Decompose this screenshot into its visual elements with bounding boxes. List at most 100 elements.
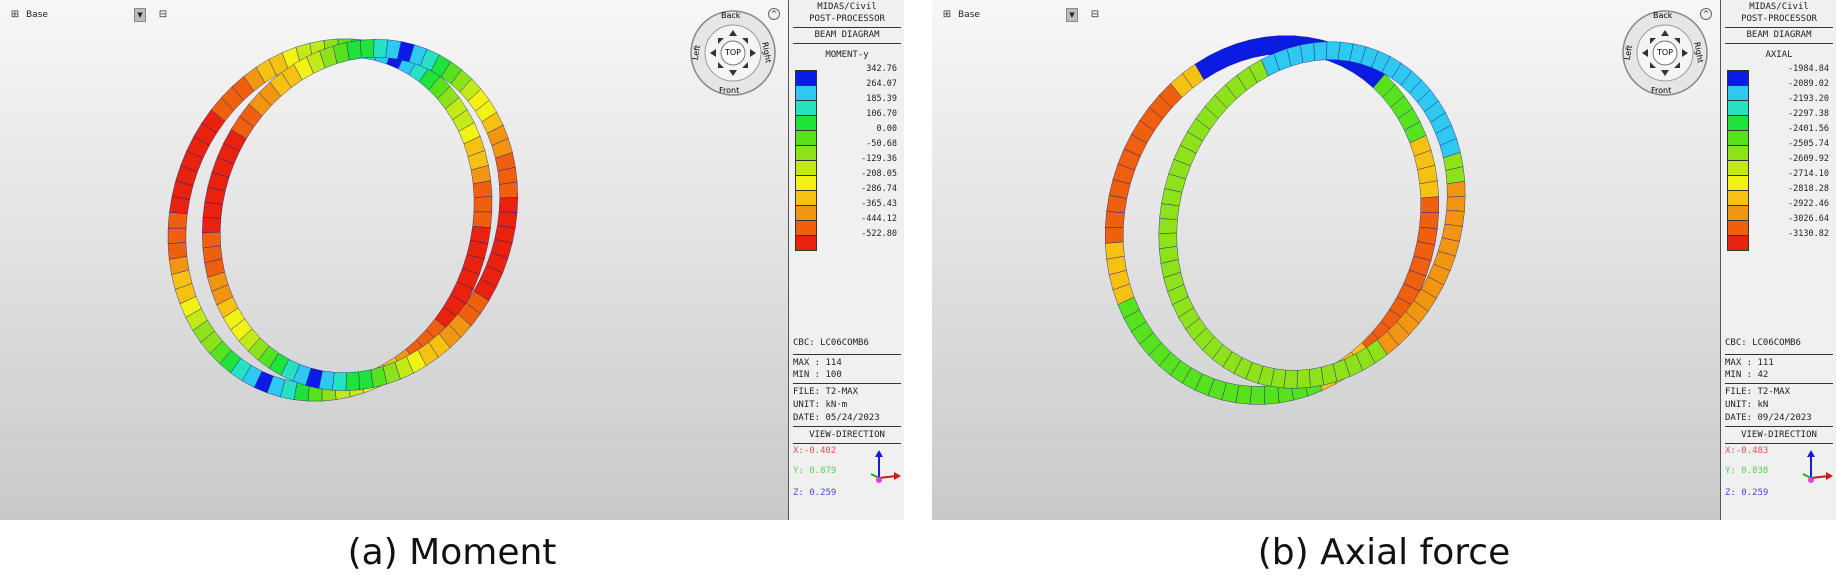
date-label: DATE: 09/24/2023: [1725, 413, 1812, 423]
combination-label: CBC: LC06COMB6: [1725, 338, 1801, 348]
min-label: MIN : 100: [793, 370, 842, 380]
navcube-back-label[interactable]: Back: [721, 11, 740, 20]
base-label: Base: [958, 10, 980, 20]
legend-swatch: [1727, 85, 1749, 101]
layer-options-icon[interactable]: ⊟: [156, 8, 170, 22]
min-label: MIN : 42: [1725, 370, 1769, 380]
beam-diagram-drawing: [167, 38, 518, 402]
diagram-type-title: BEAM DIAGRAM: [814, 30, 880, 40]
collapse-icon[interactable]: ^: [1700, 8, 1712, 20]
beam-element: [473, 195, 493, 213]
legend-value: -2505.74: [1788, 139, 1829, 149]
legend-swatch: [795, 160, 817, 176]
beam-element: [1446, 196, 1466, 212]
legend-swatch: [1727, 70, 1749, 86]
legend-value: 0.00: [876, 124, 897, 134]
legend-value: -3026.64: [1788, 214, 1829, 224]
legend-swatch: [795, 190, 817, 206]
component-label: MOMENT-y: [825, 50, 869, 60]
base-dropdown-button[interactable]: ▼: [1066, 8, 1078, 22]
beam-element: [497, 211, 518, 228]
base-label: Base: [26, 10, 48, 20]
legend-value: 342.76: [866, 64, 897, 74]
legend-value: -129.36: [861, 154, 897, 164]
beam-element: [1159, 203, 1180, 220]
view-z-value: Z: 0.259: [793, 488, 837, 498]
beam-element: [1283, 369, 1298, 389]
view-x-value: X:-0.402: [793, 446, 837, 456]
legend-swatch: [1727, 130, 1749, 146]
legend-swatch: [795, 205, 817, 221]
diagram-type-title: BEAM DIAGRAM: [1746, 30, 1812, 40]
legend-value: -444.12: [861, 214, 897, 224]
max-label: MAX : 111: [1725, 358, 1774, 368]
model-view[interactable]: ⊞ Base ▼ ⊟ Back Front Left Right TOP ^: [0, 0, 788, 520]
legend-swatch: [1727, 205, 1749, 221]
layer-icon[interactable]: ⊞: [940, 8, 954, 22]
legend-swatch: [795, 130, 817, 146]
legend-value: -2609.92: [1788, 154, 1829, 164]
layer-options-icon[interactable]: ⊟: [1088, 8, 1102, 22]
beam-element: [1444, 210, 1465, 227]
combination-label: CBC: LC06COMB6: [793, 338, 869, 348]
beam-element: [1446, 181, 1466, 198]
beam-element: [202, 217, 222, 234]
post-processor-sidebar: MIDAS/Civil POST-PROCESSOR BEAM DIAGRAM …: [788, 0, 904, 520]
legend-value: 106.70: [866, 109, 897, 119]
view-toolbar: ⊞ Base ▼ ⊟: [940, 6, 1102, 24]
legend-value: -2818.28: [1788, 184, 1829, 194]
view-x-value: X:-0.483: [1725, 446, 1769, 456]
beam-element: [360, 39, 375, 59]
beam-element: [1419, 180, 1439, 199]
beam-element: [1158, 218, 1178, 234]
base-dropdown-button[interactable]: ▼: [134, 8, 146, 22]
beam-element: [331, 372, 347, 391]
beam-element: [472, 180, 493, 198]
legend-swatch: [795, 85, 817, 101]
beam-element: [1313, 41, 1328, 61]
beam-element: [373, 39, 389, 58]
legend-value: 185.39: [866, 94, 897, 104]
navcube-front-label[interactable]: Front: [719, 86, 739, 95]
legend-value: -2089.02: [1788, 79, 1829, 89]
view-y-value: Y: 0.838: [1725, 466, 1769, 476]
beam-element: [1250, 36, 1267, 58]
view-navigation-cube[interactable]: Back Front Left Right TOP ^: [688, 8, 780, 98]
beam-element: [499, 181, 518, 199]
legend-value: -208.05: [861, 169, 897, 179]
beam-element: [472, 211, 493, 228]
legend-value: 264.07: [866, 79, 897, 89]
beam-element: [346, 39, 362, 61]
view-y-value: Y: 0.879: [793, 466, 837, 476]
legend-swatch: [1727, 175, 1749, 191]
view-direction-label: VIEW-DIRECTION: [1741, 430, 1817, 440]
file-label: FILE: T2-MAX: [793, 387, 859, 397]
legend-swatch: [795, 100, 817, 116]
beam-element: [1158, 232, 1178, 249]
beam-element: [1420, 196, 1439, 213]
navcube-front-label[interactable]: Front: [1651, 86, 1671, 95]
module-title: POST-PROCESSOR: [1741, 14, 1817, 24]
beam-element: [1105, 227, 1124, 244]
navcube-back-label[interactable]: Back: [1653, 11, 1672, 20]
navcube-top-label[interactable]: TOP: [1657, 48, 1673, 57]
navcube-top-label[interactable]: TOP: [725, 48, 741, 57]
legend-swatch: [795, 70, 817, 86]
beam-element: [167, 242, 188, 260]
figure-caption-a: (a) Moment: [347, 532, 557, 573]
model-view[interactable]: ⊞ Base ▼ ⊟ Back Front Left Right TOP ^: [932, 0, 1720, 520]
collapse-icon[interactable]: ^: [768, 8, 780, 20]
view-z-value: Z: 0.259: [1725, 488, 1769, 498]
beam-element: [1264, 384, 1280, 405]
legend-value: -2193.20: [1788, 94, 1829, 104]
beam-element: [358, 369, 374, 391]
figure-caption-b: (b) Axial force: [1257, 532, 1511, 573]
view-navigation-cube[interactable]: Back Front Left Right TOP ^: [1620, 8, 1712, 98]
post-processor-sidebar: MIDAS/Civil POST-PROCESSOR BEAM DIAGRAM …: [1720, 0, 1836, 520]
module-title: POST-PROCESSOR: [809, 14, 885, 24]
legend-swatch: [1727, 235, 1749, 251]
view-direction-label: VIEW-DIRECTION: [809, 430, 885, 440]
max-label: MAX : 114: [793, 358, 842, 368]
component-label: AXIAL: [1765, 50, 1793, 60]
layer-icon[interactable]: ⊞: [8, 8, 22, 22]
